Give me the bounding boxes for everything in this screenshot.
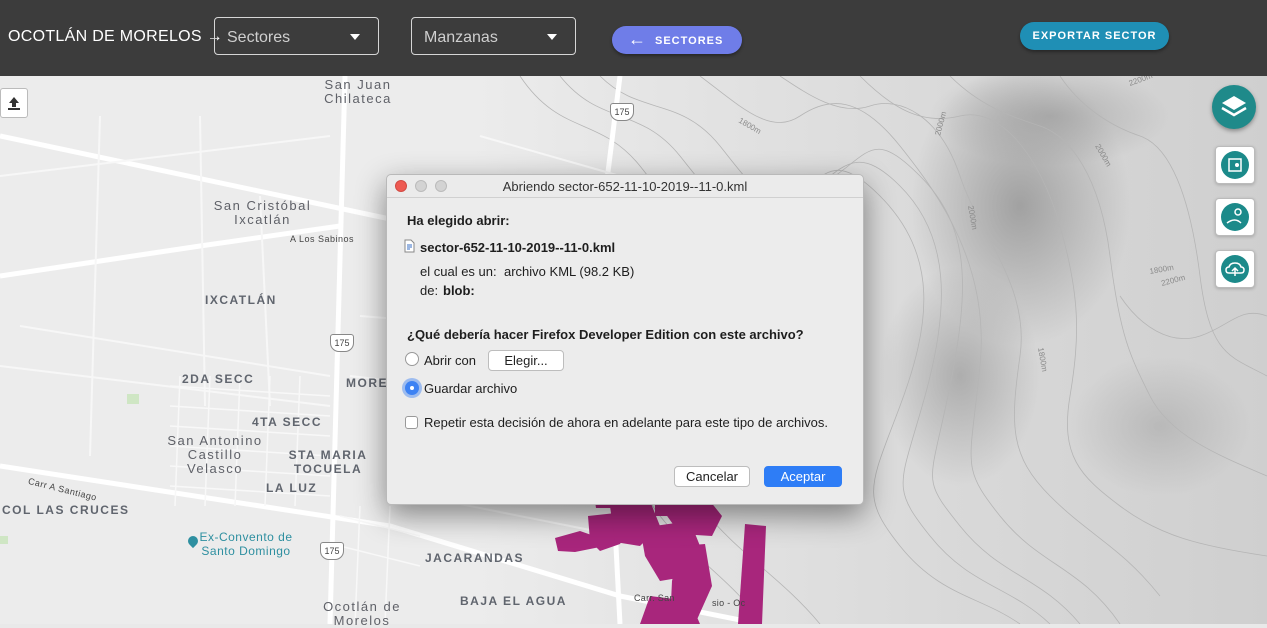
sectores-back-button[interactable]: ← SECTORES bbox=[612, 26, 742, 54]
map-label-4ta-secc: 4TA SECC bbox=[252, 415, 323, 429]
open-with-radio[interactable] bbox=[405, 352, 419, 366]
open-with-label[interactable]: Abrir con bbox=[424, 353, 476, 368]
save-file-label[interactable]: Guardar archivo bbox=[424, 381, 517, 396]
chevron-down-icon bbox=[547, 34, 557, 40]
map-label-ex-convento[interactable]: Ex-Convento de Santo Domingo bbox=[196, 530, 296, 558]
save-file-radio[interactable] bbox=[405, 381, 419, 395]
dialog-title: Abriendo sector-652-11-10-2019--11-0.kml bbox=[502, 179, 748, 194]
map-label-sta-maria-tocuela: STA MARIA TOCUELA bbox=[288, 448, 368, 476]
file-type-label: el cual es un: bbox=[420, 264, 497, 279]
upload-button[interactable] bbox=[0, 88, 28, 118]
choose-application-button[interactable]: Elegir... bbox=[488, 350, 564, 371]
manzanas-select-value: Manzanas bbox=[424, 29, 498, 46]
route-175-shield: 175 bbox=[330, 334, 354, 352]
location-route-icon bbox=[1221, 203, 1249, 231]
accept-button[interactable]: Aceptar bbox=[764, 466, 842, 487]
cloud-upload-icon bbox=[1221, 255, 1249, 283]
cancel-button[interactable]: Cancelar bbox=[674, 466, 750, 487]
map-label-baja-el-agua: BAJA EL AGUA bbox=[460, 594, 567, 608]
layers-icon bbox=[1221, 96, 1247, 117]
file-icon bbox=[404, 239, 415, 253]
location-tool-button[interactable] bbox=[1215, 198, 1255, 236]
upload-icon bbox=[8, 97, 20, 110]
cloud-upload-tool-button[interactable] bbox=[1215, 250, 1255, 288]
map-label-san-antonino: San Antonino Castillo Velasco bbox=[167, 433, 263, 476]
file-source-value: blob: bbox=[443, 283, 475, 298]
layers-button[interactable] bbox=[1212, 85, 1256, 129]
map-label-sio-oc: sio - Oc bbox=[712, 598, 746, 608]
sectores-button-label: SECTORES bbox=[655, 35, 724, 47]
arrow-left-icon: ← bbox=[628, 29, 647, 49]
chosen-to-open-label: Ha elegido abrir: bbox=[407, 213, 510, 228]
route-175-shield: 175 bbox=[610, 103, 634, 121]
map-label-more: MORE bbox=[346, 376, 388, 390]
file-type-value: archivo KML (98.2 KB) bbox=[504, 264, 635, 279]
map-label-a-los-sabinos: A Los Sabinos bbox=[290, 234, 355, 244]
sectores-select-value: Sectores bbox=[227, 29, 291, 46]
map-label-carr-san: Carr. San bbox=[634, 593, 675, 603]
chevron-down-icon bbox=[350, 34, 360, 40]
download-dialog: Abriendo sector-652-11-10-2019--11-0.kml… bbox=[386, 174, 864, 505]
repeat-decision-checkbox[interactable] bbox=[405, 416, 418, 429]
map-label-2da-secc: 2DA SECC bbox=[182, 372, 255, 386]
action-question: ¿Qué debería hacer Firefox Developer Edi… bbox=[407, 327, 804, 342]
map-label-la-luz: LA LUZ bbox=[266, 481, 318, 495]
route-175-shield: 175 bbox=[320, 542, 344, 560]
municipality-title: OCOTLÁN DE MORELOS → bbox=[8, 28, 223, 45]
map-label-jacarandas: JACARANDAS bbox=[425, 551, 525, 565]
map-label-ixcatlan: IXCATLÁN bbox=[205, 293, 277, 307]
manzanas-select[interactable]: Manzanas bbox=[411, 17, 576, 55]
dialog-titlebar[interactable]: Abriendo sector-652-11-10-2019--11-0.kml bbox=[387, 175, 863, 198]
map-icon bbox=[1221, 151, 1249, 179]
map-tool-button[interactable] bbox=[1215, 146, 1255, 184]
map-label-san-juan: San Juan Chilateca bbox=[324, 77, 392, 106]
map-label-col-las-cruces: COL LAS CRUCES bbox=[2, 503, 130, 517]
export-sector-button[interactable]: EXPORTAR SECTOR bbox=[1020, 22, 1169, 50]
sectores-select[interactable]: Sectores bbox=[214, 17, 379, 55]
repeat-decision-label[interactable]: Repetir esta decisión de ahora en adelan… bbox=[424, 415, 828, 430]
top-bar: OCOTLÁN DE MORELOS → Sectores Manzanas ←… bbox=[0, 0, 1267, 76]
file-source-label: de: bbox=[420, 283, 439, 298]
map-label-san-cristobal: San Cristóbal Ixcatlán bbox=[213, 198, 312, 227]
file-name: sector-652-11-10-2019--11-0.kml bbox=[420, 240, 616, 255]
